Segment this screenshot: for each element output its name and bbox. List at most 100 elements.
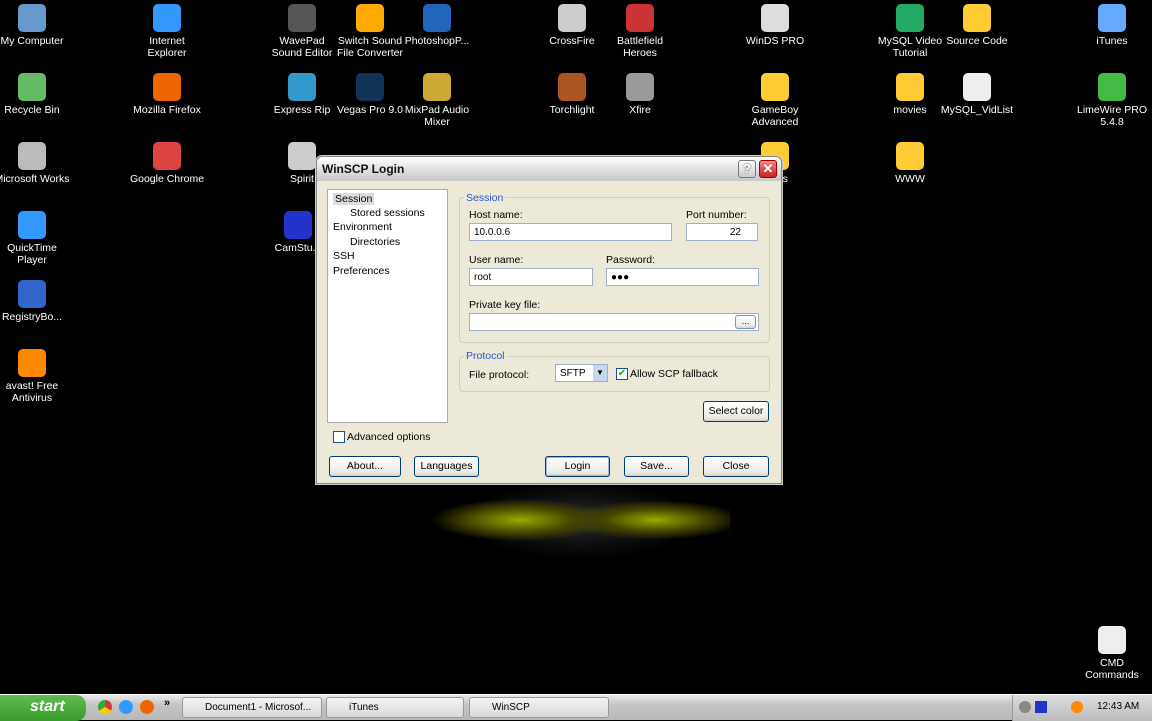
chrome-quicklaunch-icon[interactable] — [98, 700, 112, 714]
session-group-label: Session — [464, 192, 506, 204]
desktop-icon[interactable]: CrossFire — [534, 4, 610, 47]
desktop-icon-image — [18, 73, 46, 101]
desktop-icon[interactable]: GameBoy Advanced — [737, 73, 813, 128]
desktop-icon-image — [896, 73, 924, 101]
desktop-icon-image — [288, 73, 316, 101]
desktop-icon[interactable]: WWW — [872, 142, 948, 185]
desktop-icon-label: Vegas Pro 9.0 — [337, 104, 403, 116]
desktop-icon[interactable]: QuickTime Player — [0, 211, 70, 266]
desktop-icon-label: Mozilla Firefox — [133, 104, 201, 116]
scp-fallback-checkbox[interactable]: ✔ — [616, 368, 628, 380]
navigation-tree: Session Stored sessions Environment Dire… — [327, 189, 448, 423]
tree-item-environment[interactable]: Environment — [333, 221, 392, 233]
task-winscp[interactable]: WinSCP — [469, 697, 609, 718]
desktop-icon[interactable]: CMD Commands — [1074, 626, 1150, 681]
desktop-icon[interactable]: MySQL_VidList — [939, 73, 1015, 116]
desktop-icon-image — [423, 73, 451, 101]
desktop-icon[interactable]: Internet Explorer — [129, 4, 205, 59]
desktop-icon[interactable]: Express Rip — [264, 73, 340, 116]
desktop-icon-label: Battlefield Heroes — [616, 35, 664, 59]
desktop-icon-image — [761, 73, 789, 101]
help-button[interactable]: ? — [738, 160, 756, 178]
desktop-icon-image — [18, 142, 46, 170]
desktop-icon[interactable]: iTunes — [1074, 4, 1150, 47]
desktop-icon-image — [1098, 4, 1126, 32]
desktop-icon[interactable]: Xfire — [602, 73, 678, 116]
desktop-icon[interactable]: Source Code — [939, 4, 1015, 47]
desktop-icon-image — [356, 4, 384, 32]
about-button[interactable]: About... — [329, 456, 401, 477]
port-label: Port number: — [686, 209, 747, 221]
desktop-icon[interactable]: RegistryBo... — [0, 280, 70, 323]
close-icon[interactable]: ✕ — [759, 160, 777, 178]
firefox-quicklaunch-icon[interactable] — [140, 700, 154, 714]
tree-item-stored-sessions[interactable]: Stored sessions — [350, 207, 425, 219]
desktop-icon-label: Express Rip — [273, 104, 331, 116]
tray-app-icon[interactable] — [1035, 701, 1047, 713]
desktop-icon[interactable]: WinDS PRO — [737, 4, 813, 47]
browse-key-button[interactable]: ... — [735, 315, 756, 329]
chevron-down-icon[interactable]: ▼ — [593, 365, 607, 381]
desktop-icon[interactable]: My Computer — [0, 4, 70, 47]
task-document1[interactable]: Document1 - Microsof... — [182, 697, 322, 718]
password-label: Password: — [606, 254, 656, 266]
desktop-icon-label: CrossFire — [549, 35, 595, 47]
advanced-options-checkbox[interactable] — [333, 431, 345, 443]
desktop-icon-image — [356, 73, 384, 101]
tree-item-directories[interactable]: Directories — [350, 236, 400, 248]
desktop-icon-image — [1098, 73, 1126, 101]
desktop-icon-label: avast! Free Antivirus — [5, 380, 59, 404]
save-button[interactable]: Save... — [624, 456, 689, 477]
start-button[interactable]: start — [0, 695, 86, 721]
desktop-icon[interactable]: MySQL Video Tutorial — [872, 4, 948, 59]
desktop-icon-image — [1098, 626, 1126, 654]
key-label: Private key file: — [469, 299, 541, 311]
desktop-icon[interactable]: Recycle Bin — [0, 73, 70, 116]
desktop-icon-label: WWW — [895, 173, 925, 185]
avast-tray-icon[interactable] — [1071, 701, 1083, 713]
tree-item-preferences[interactable]: Preferences — [333, 265, 390, 277]
login-button[interactable]: Login — [545, 456, 610, 477]
desktop-icon[interactable]: Vegas Pro 9.0 — [332, 73, 408, 116]
desktop-icon-label: WavePad Sound Editor — [271, 35, 333, 59]
task-itunes[interactable]: iTunes — [326, 697, 464, 718]
desktop-icon[interactable]: Microsoft Works — [0, 142, 70, 185]
desktop-icon[interactable]: movies — [872, 73, 948, 116]
advanced-options-label: Advanced options — [347, 431, 431, 443]
tree-item-ssh[interactable]: SSH — [333, 250, 355, 262]
languages-button[interactable]: Languages — [414, 456, 479, 477]
desktop-icon[interactable]: Battlefield Heroes — [602, 4, 678, 59]
desktop-icon[interactable]: WavePad Sound Editor — [264, 4, 340, 59]
host-name-input[interactable]: 10.0.0.6 — [469, 223, 672, 241]
desktop-icon-image — [558, 4, 586, 32]
desktop-icon[interactable]: Torchlight — [534, 73, 610, 116]
title-bar[interactable]: WinSCP Login ? ✕ — [317, 157, 781, 181]
port-number-spinner[interactable]: 22 — [686, 223, 758, 241]
ie-quicklaunch-icon[interactable] — [119, 700, 133, 714]
desktop-icon-image — [18, 349, 46, 377]
show-hidden-icons[interactable] — [1019, 701, 1031, 713]
desktop-icon[interactable]: Mozilla Firefox — [129, 73, 205, 116]
select-color-button[interactable]: Select color — [703, 401, 769, 422]
protocol-value: SFTP — [560, 368, 586, 379]
desktop-icon[interactable]: MixPad Audio Mixer — [399, 73, 475, 128]
desktop-icon-label: My Computer — [0, 35, 64, 47]
desktop-icon-image — [558, 73, 586, 101]
desktop-icon[interactable]: Google Chrome — [129, 142, 205, 185]
wallpaper-motorcycle — [430, 470, 730, 570]
private-key-input[interactable] — [469, 313, 759, 331]
desktop-icon[interactable]: LimeWire PRO 5.4.8 — [1074, 73, 1150, 128]
tree-item-session[interactable]: Session — [333, 193, 375, 205]
password-input[interactable]: ●●● — [606, 268, 759, 286]
desktop-icon-label: WinDS PRO — [745, 35, 805, 47]
protocol-select[interactable]: SFTP ▼ — [555, 364, 608, 382]
desktop-icon[interactable]: avast! Free Antivirus — [0, 349, 70, 404]
desktop-icon-image — [963, 4, 991, 32]
desktop-icon[interactable]: PhotoshopP... — [399, 4, 475, 47]
close-button[interactable]: Close — [703, 456, 769, 477]
user-name-input[interactable]: root — [469, 268, 593, 286]
desktop-icon-label: Recycle Bin — [4, 104, 60, 116]
desktop-icon[interactable]: Switch Sound File Converter — [332, 4, 408, 59]
desktop-icon-image — [18, 4, 46, 32]
quicklaunch-more[interactable]: » — [164, 697, 170, 709]
